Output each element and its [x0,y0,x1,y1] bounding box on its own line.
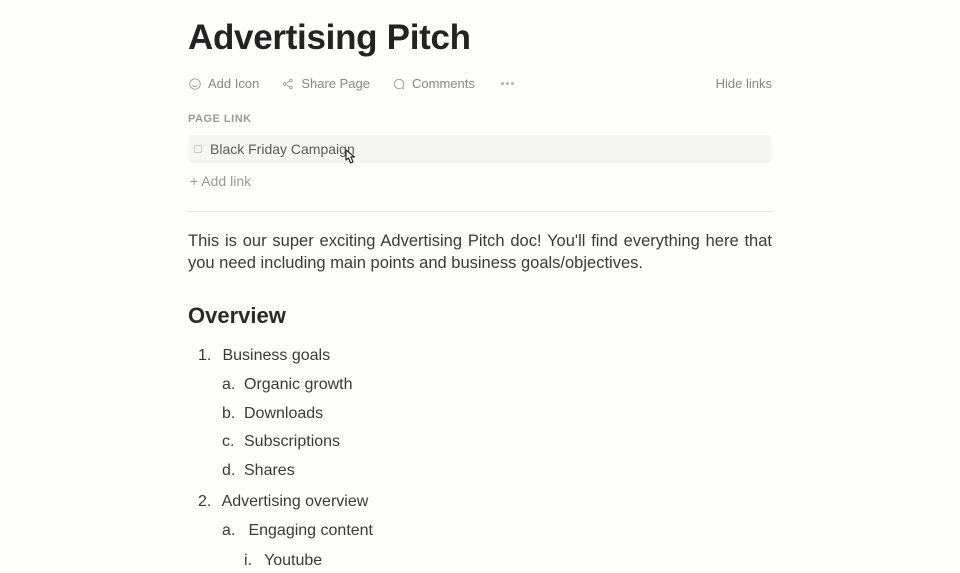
intro-paragraph: This is our super exciting Advertising P… [188,230,772,275]
page-toolbar: Add Icon Share Page Comments Hide links [188,76,772,91]
more-options-button[interactable] [497,78,518,89]
list-item: Organic growth [222,372,772,398]
page-link-section-label: PAGE LINK [188,113,772,125]
add-icon-button[interactable]: Add Icon [188,76,259,91]
dot-icon [511,82,514,85]
dot-icon [501,82,504,85]
divider [188,211,772,212]
page-link-item[interactable]: Black Friday Campaign [188,135,772,163]
add-link-button[interactable]: + Add link [188,169,772,193]
list-item: Subscriptions [222,429,772,455]
share-page-label: Share Page [301,76,370,91]
comments-button[interactable]: Comments [392,76,475,91]
list-item: Engaging content Youtube [222,518,772,573]
list-item: Business goals Organic growth Downloads … [198,343,772,484]
list-item: Downloads [222,401,772,427]
list-item: Youtube [244,548,772,573]
page-icon [194,145,202,153]
list-item: Advertising overview Engaging content Yo… [198,489,772,573]
list-item: Shares [222,458,772,484]
page-link-text: Black Friday Campaign [210,141,355,157]
hide-links-button[interactable]: Hide links [716,76,772,91]
overview-heading: Overview [188,303,772,329]
comment-icon [392,77,406,91]
share-page-button[interactable]: Share Page [281,76,370,91]
add-icon-label: Add Icon [208,76,259,91]
comments-label: Comments [412,76,475,91]
dot-icon [506,82,509,85]
smiley-icon [188,77,202,91]
page-title: Advertising Pitch [188,18,772,58]
overview-list: Business goals Organic growth Downloads … [188,343,772,573]
share-icon [281,77,295,91]
